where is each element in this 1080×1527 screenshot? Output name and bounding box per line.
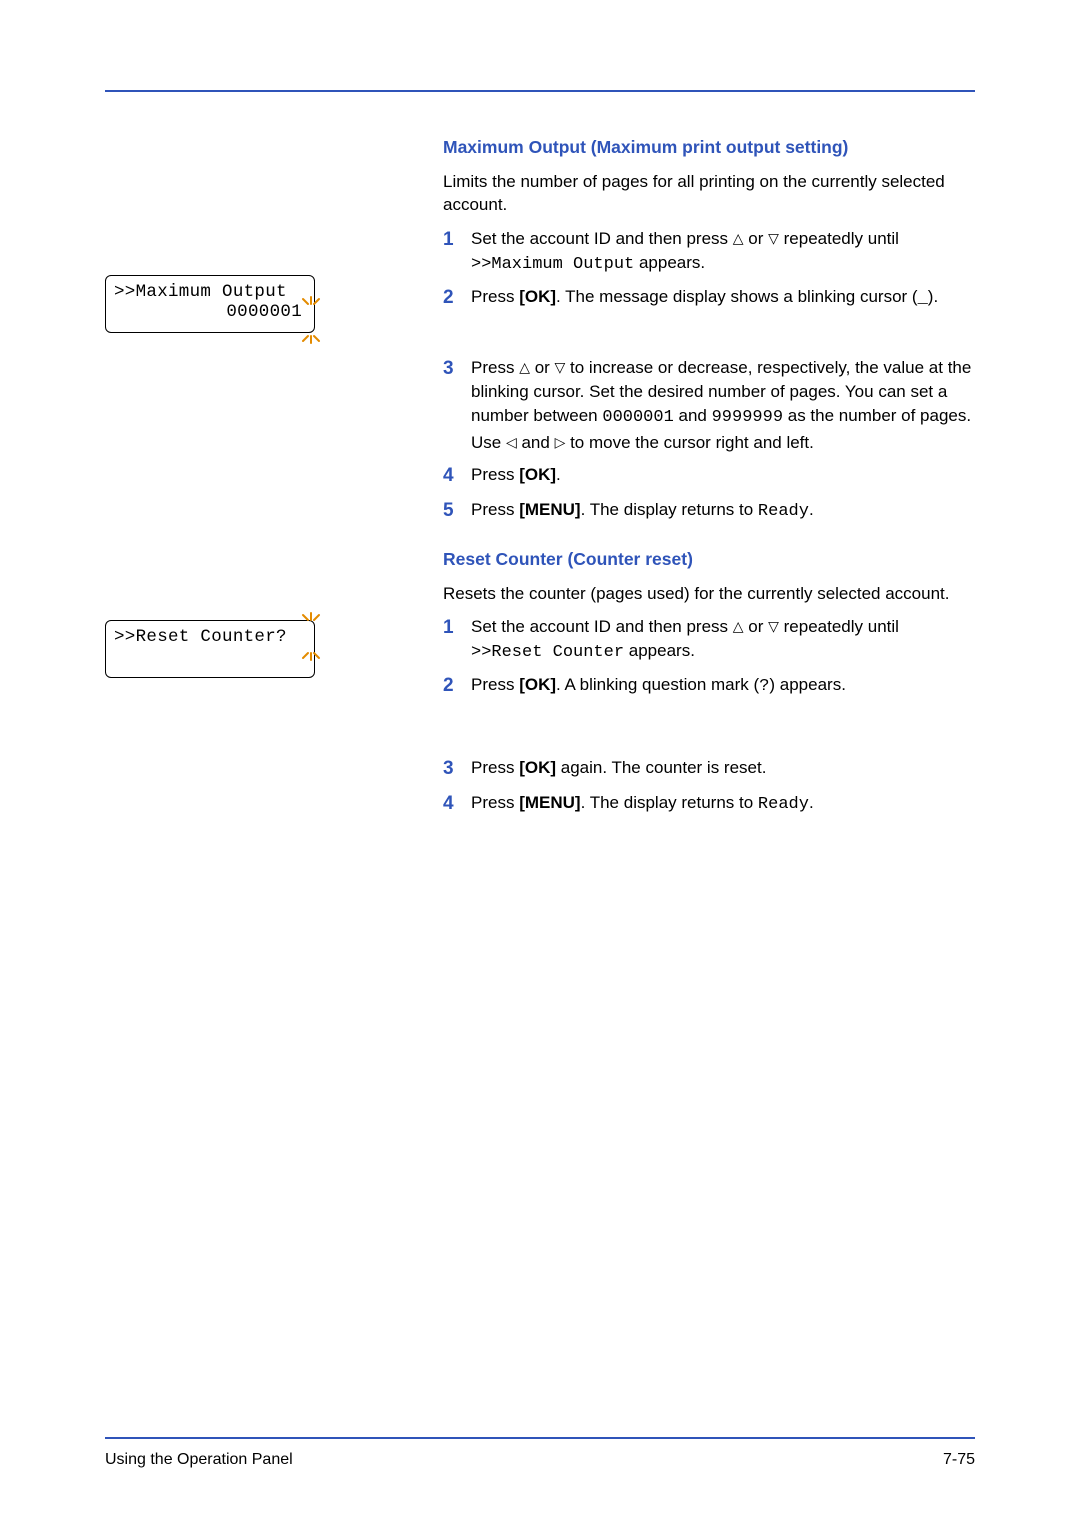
step-number: 4 [443, 791, 471, 818]
step-body: Press [OK] again. The counter is reset. [471, 756, 975, 783]
lcd-line1: >>Maximum Output [114, 282, 306, 302]
step-body: Press △ or ▽ to increase or decrease, re… [471, 356, 975, 455]
lcd-max-output: >>Maximum Output 0000001 [105, 275, 315, 333]
step-body: Set the account ID and then press △ or ▽… [471, 227, 975, 277]
triangle-down-icon: ▽ [555, 358, 566, 378]
step-body: Press [MENU]. The display returns to Rea… [471, 791, 975, 818]
step-number: 4 [443, 463, 471, 490]
footer-right: 7-75 [943, 1451, 975, 1469]
footer-left: Using the Operation Panel [105, 1451, 293, 1469]
section-heading-reset-counter: Reset Counter (Counter reset) [443, 549, 975, 570]
triangle-up-icon: △ [733, 617, 744, 637]
bottom-rule [105, 1437, 975, 1439]
triangle-down-icon: ▽ [768, 617, 779, 637]
step-number: 1 [443, 227, 471, 277]
step-number: 3 [443, 356, 471, 455]
intro-paragraph: Limits the number of pages for all print… [443, 170, 975, 217]
triangle-left-icon: ◁ [506, 433, 517, 453]
step-number: 3 [443, 756, 471, 783]
step-number: 2 [443, 673, 471, 700]
triangle-up-icon: △ [733, 229, 744, 249]
steps-reset-counter: 1 Set the account ID and then press △ or… [443, 615, 975, 818]
step-body: Set the account ID and then press △ or ▽… [471, 615, 975, 665]
step-body: Press [OK]. A blinking question mark (?)… [471, 673, 975, 700]
triangle-down-icon: ▽ [768, 229, 779, 249]
steps-max-output: 1 Set the account ID and then press △ or… [443, 227, 975, 525]
step-number: 5 [443, 498, 471, 525]
lcd-line1: >>Reset Counter? [114, 627, 306, 647]
step-body: Press [OK]. [471, 463, 975, 490]
page-footer: Using the Operation Panel 7-75 [105, 1437, 975, 1469]
lcd-line2: 0000001 [114, 302, 306, 322]
step-body: Press [MENU]. The display returns to Rea… [471, 498, 975, 525]
step-body: Press [OK]. The message display shows a … [471, 285, 975, 312]
section-heading-max-output: Maximum Output (Maximum print output set… [443, 137, 975, 158]
triangle-right-icon: ▷ [555, 433, 566, 453]
intro-paragraph: Resets the counter (pages used) for the … [443, 582, 975, 605]
step-number: 2 [443, 285, 471, 312]
step-number: 1 [443, 615, 471, 665]
triangle-up-icon: △ [519, 358, 530, 378]
lcd-line2 [114, 647, 306, 667]
lcd-reset-counter: >>Reset Counter? [105, 620, 315, 678]
